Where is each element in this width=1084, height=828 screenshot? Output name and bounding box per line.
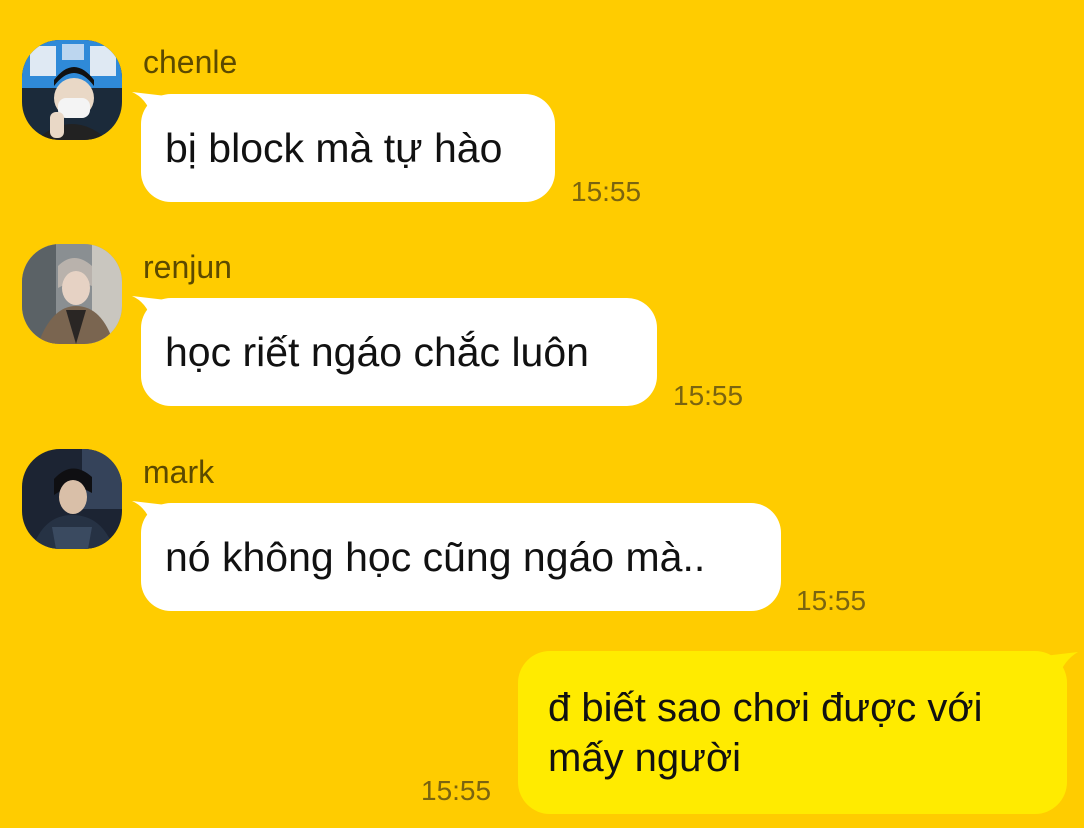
message-bubble[interactable]: học riết ngáo chắc luôn (141, 298, 657, 406)
sender-avatar[interactable] (22, 449, 122, 549)
sender-avatar[interactable] (22, 40, 122, 140)
sender-name: mark (143, 454, 215, 490)
message-time: 15:55 (571, 176, 642, 207)
my-message-bubble[interactable]: đ biết sao chơi được với mấy người (518, 651, 1067, 814)
message-time: 15:55 (673, 380, 744, 411)
message-text: bị block mà tự hào (165, 125, 503, 171)
sender-avatar[interactable] (22, 244, 122, 344)
my-message-line: đ biết sao chơi được với (548, 686, 983, 730)
sender-name: renjun (143, 249, 232, 285)
chat-thread[interactable]: chenle bị block mà tự hào 15:55 renjun h… (0, 0, 1084, 828)
message-text: học riết ngáo chắc luôn (165, 329, 589, 375)
message-bubble[interactable]: nó không học cũng ngáo mà.. (141, 503, 781, 611)
sender-name: chenle (143, 44, 238, 80)
message-bubble[interactable]: bị block mà tự hào (141, 94, 555, 202)
avatar-photo-icon (22, 449, 122, 549)
avatar-photo-icon (22, 40, 122, 140)
avatar-photo-icon (22, 244, 122, 344)
message-text: nó không học cũng ngáo mà.. (165, 534, 706, 580)
my-message-line: mấy người (548, 736, 742, 780)
my-message-time: 15:55 (421, 775, 492, 806)
message-time: 15:55 (796, 585, 867, 616)
